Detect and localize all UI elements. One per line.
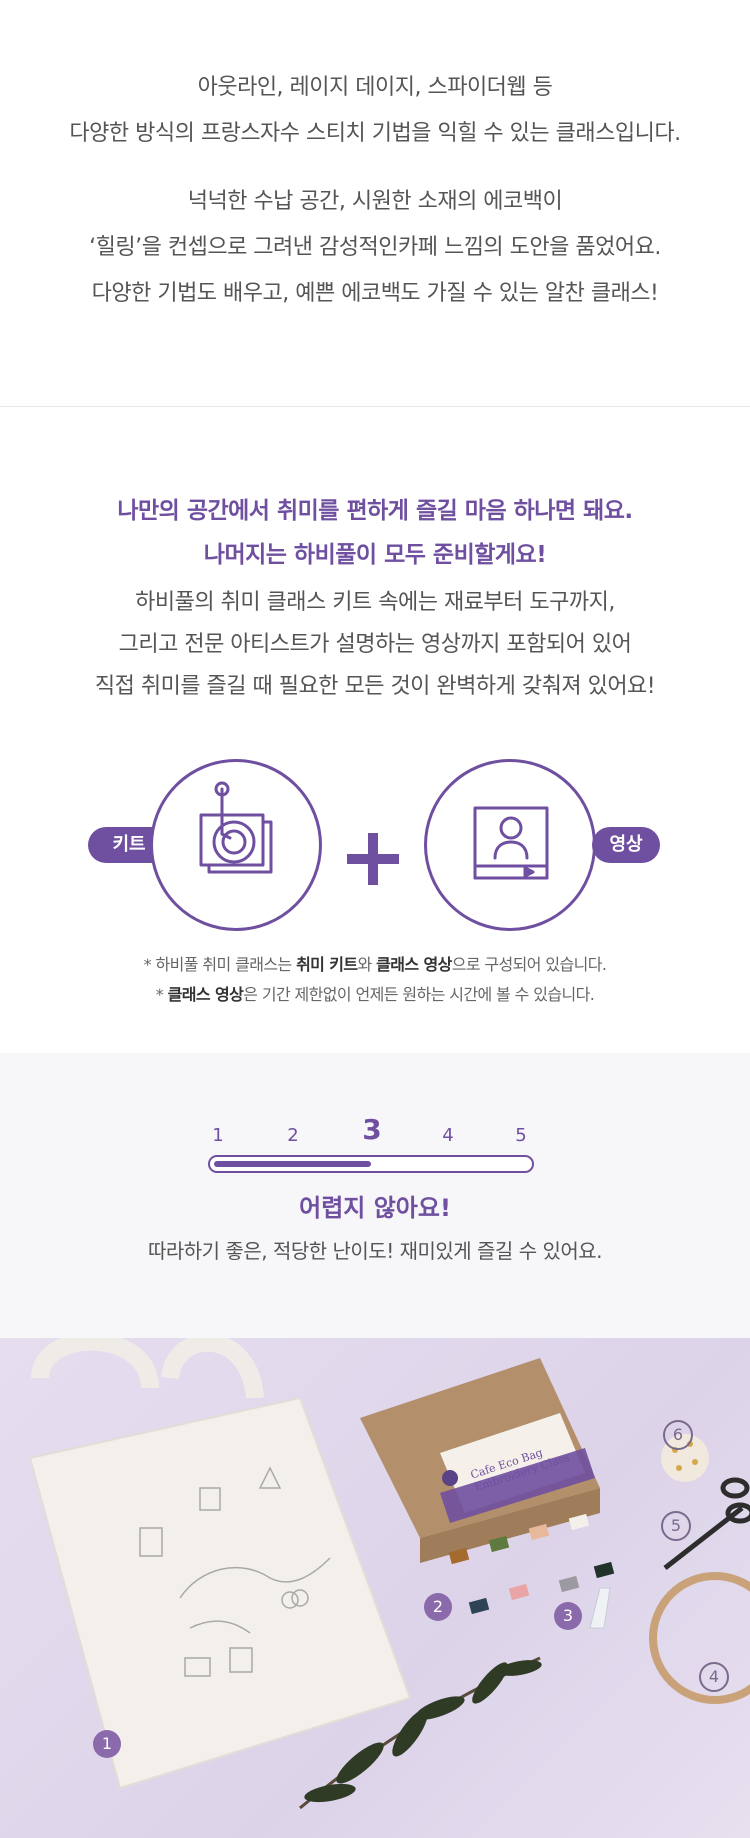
note2-prefix: * [155, 985, 168, 1004]
marker-6: 6 [663, 1420, 693, 1450]
intro-line-3: 넉넉한 수납 공간, 시원한 소재의 에코백이 [187, 189, 563, 214]
difficulty-progress-fill [214, 1161, 371, 1167]
prepare-body-2: 그리고 전문 아티스트가 설명하는 영상까지 포함되어 있어 [118, 632, 632, 657]
marker-3: 3 [554, 1602, 582, 1630]
note-line-2: * 클래스 영상은 기간 제한없이 언제든 원하는 시간에 볼 수 있습니다. [0, 981, 750, 1009]
kit-circle [150, 759, 322, 931]
difficulty-section: 1 2 3 4 5 어렵지 않아요! 따라하기 좋은, 적당한 난이도! 재미있… [0, 1053, 750, 1338]
difficulty-headline: 어렵지 않아요! [299, 1194, 451, 1222]
marker-1: 1 [93, 1730, 121, 1758]
video-lecture-icon [473, 806, 549, 880]
marker-5: 5 [661, 1511, 691, 1541]
intro-line-4: ‘힐링’을 컨셉으로 그려낸 감성적인카페 느낌의 도안을 품었어요. [89, 235, 661, 260]
note1-suffix: 으로 구성되어 있습니다. [451, 955, 607, 974]
note2-bold-video: 클래스 영상 [167, 985, 244, 1004]
note2-suffix: 은 기간 제한없이 언제든 원하는 시간에 볼 수 있습니다. [243, 985, 595, 1004]
prepare-body-1: 하비풀의 취미 클래스 키트 속에는 재료부터 도구까지, [135, 590, 615, 615]
prepare-headline-2: 나머지는 하비풀이 모두 준비할게요! [203, 542, 547, 568]
note1-mid: 와 [357, 955, 377, 974]
difficulty-step-4: 4 [442, 1125, 454, 1146]
note1-bold-video: 클래스 영상 [376, 955, 452, 974]
difficulty-subtext: 따라하기 좋은, 적당한 난이도! 재미있게 즐길 수 있어요. [147, 1239, 603, 1263]
difficulty-step-5: 5 [515, 1125, 527, 1146]
prepare-section: 나만의 공간에서 취미를 편하게 즐길 마음 하나면 돼요. 나머지는 하비풀이… [0, 407, 750, 1053]
note-line-1: * 하비풀 취미 클래스는 취미 키트와 클래스 영상으로 구성되어 있습니다. [0, 951, 750, 979]
difficulty-step-3-active: 3 [362, 1113, 382, 1146]
tote-bag [28, 1396, 412, 1790]
prepare-headline-1: 나만의 공간에서 취미를 편하게 즐길 마음 하나면 돼요. [117, 498, 633, 524]
intro-line-5: 다양한 기법도 배우고, 예쁜 에코백도 가질 수 있는 알찬 클래스! [91, 281, 659, 306]
video-circle [424, 759, 596, 931]
kit-photo-illustration [28, 1338, 750, 1810]
intro-line-1: 아웃라인, 레이지 데이지, 스파이더웹 등 [197, 75, 553, 100]
video-label-pill: 영상 [592, 827, 660, 863]
marker-4: 4 [699, 1662, 729, 1692]
kit-photo: 1 2 3 4 5 6 Cafe Eco Bag Embroidery Clas… [0, 1338, 750, 1838]
marker-2: 2 [424, 1593, 452, 1621]
intro-line-2: 다양한 방식의 프랑스자수 스티치 기법을 익힐 수 있는 클래스입니다. [69, 121, 681, 146]
note1-bold-kit: 취미 키트 [296, 955, 358, 974]
intro-section: 아웃라인, 레이지 데이지, 스파이더웹 등 다양한 방식의 프랑스자수 스티치… [0, 0, 750, 406]
difficulty-step-2: 2 [287, 1125, 299, 1146]
note1-prefix: * 하비풀 취미 클래스는 [143, 955, 297, 974]
prepare-body-3: 직접 취미를 즐길 때 필요한 모든 것이 완벽하게 갖춰져 있어요! [94, 674, 656, 699]
difficulty-step-1: 1 [212, 1125, 224, 1146]
difficulty-progress-bar [208, 1155, 534, 1173]
embroidery-kit-icon [199, 781, 273, 874]
